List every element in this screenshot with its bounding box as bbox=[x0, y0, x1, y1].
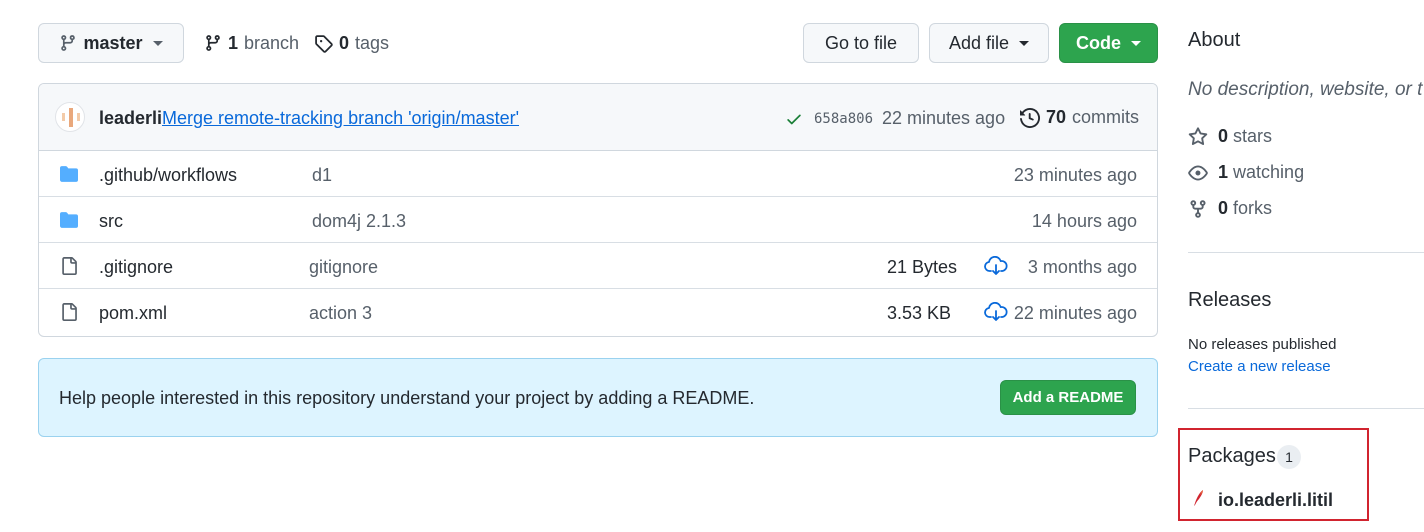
cloud-download-icon[interactable] bbox=[984, 302, 1008, 322]
file-age: 22 minutes ago bbox=[1013, 303, 1137, 323]
packages-count-badge: 1 bbox=[1277, 445, 1301, 469]
watching-link[interactable]: 1 watching bbox=[1188, 162, 1304, 183]
sidebar-divider bbox=[1188, 408, 1424, 409]
commit-sha[interactable]: 658a806 bbox=[814, 111, 873, 127]
commit-time: 22 minutes ago bbox=[882, 108, 1006, 128]
file-commit-message[interactable]: gitignore bbox=[309, 257, 378, 278]
file-commit-message[interactable]: dom4j 2.1.3 bbox=[312, 211, 406, 232]
commit-label: commits bbox=[1072, 107, 1140, 127]
releases-empty-text: No releases published bbox=[1188, 336, 1337, 353]
file-row[interactable]: .github/workflows d1 23 minutes ago bbox=[39, 151, 1157, 197]
file-commit-message[interactable]: d1 bbox=[312, 165, 332, 186]
code-button[interactable]: Code bbox=[1059, 23, 1158, 63]
repo-forked-icon bbox=[1190, 199, 1206, 218]
chevron-down-icon bbox=[1019, 40, 1030, 46]
branch-select-label: master bbox=[83, 32, 143, 53]
file-icon bbox=[62, 303, 77, 321]
branch-select-button[interactable]: master bbox=[38, 23, 184, 63]
file-age: 3 months ago bbox=[1027, 257, 1137, 277]
history-icon bbox=[1020, 107, 1040, 128]
avatar[interactable] bbox=[55, 102, 85, 132]
forks-count: 0 bbox=[1218, 198, 1229, 218]
file-browser: leaderli Merge remote-tracking branch 'o… bbox=[38, 83, 1158, 337]
stars-link[interactable]: 0 stars bbox=[1188, 126, 1272, 147]
create-release-link[interactable]: Create a new release bbox=[1188, 358, 1331, 375]
file-commit-message[interactable]: action 3 bbox=[309, 303, 372, 324]
about-heading: About bbox=[1188, 29, 1241, 51]
watching-count: 1 bbox=[1218, 162, 1229, 182]
folder-icon bbox=[60, 166, 78, 182]
file-age: 23 minutes ago bbox=[1013, 165, 1137, 185]
stars-count: 0 bbox=[1218, 126, 1229, 146]
tag-label: tags bbox=[355, 32, 390, 53]
commit-count: 70 bbox=[1046, 107, 1067, 127]
file-size: 3.53 KB bbox=[887, 303, 952, 323]
add-file-label: Add file bbox=[948, 32, 1010, 53]
tags-link[interactable]: 0 tags bbox=[314, 32, 389, 54]
file-name[interactable]: pom.xml bbox=[99, 303, 167, 324]
tag-icon bbox=[315, 34, 333, 53]
branch-label: branch bbox=[244, 32, 300, 53]
tag-count: 0 bbox=[339, 32, 350, 53]
file-name[interactable]: .gitignore bbox=[99, 257, 173, 278]
readme-prompt-text: Help people interested in this repositor… bbox=[59, 388, 755, 408]
folder-icon bbox=[60, 212, 78, 228]
commits-link[interactable]: 70 commits bbox=[1020, 107, 1139, 128]
cloud-download-icon[interactable] bbox=[984, 256, 1008, 276]
git-branch-icon bbox=[61, 35, 76, 51]
branches-link[interactable]: 1 branch bbox=[204, 32, 299, 54]
forks-link[interactable]: 0 forks bbox=[1188, 198, 1272, 219]
file-name[interactable]: .github/workflows bbox=[99, 165, 237, 186]
stars-label: stars bbox=[1233, 126, 1273, 146]
about-description: No description, website, or t bbox=[1188, 79, 1423, 100]
go-to-file-button[interactable]: Go to file bbox=[803, 23, 919, 63]
branch-count: 1 bbox=[228, 32, 239, 53]
add-readme-button[interactable]: Add a README bbox=[1000, 380, 1136, 415]
chevron-down-icon bbox=[152, 40, 163, 46]
add-readme-label: Add a README bbox=[1012, 389, 1124, 406]
commit-author[interactable]: leaderli bbox=[99, 108, 162, 129]
commit-message-link[interactable]: Merge remote-tracking branch 'origin/mas… bbox=[162, 108, 519, 129]
sidebar-divider bbox=[1188, 252, 1424, 253]
file-size: 21 Bytes bbox=[887, 257, 958, 277]
packages-heading[interactable]: Packages bbox=[1188, 445, 1276, 468]
watching-label: watching bbox=[1233, 162, 1305, 182]
chevron-down-icon bbox=[1131, 40, 1141, 46]
go-to-file-label: Go to file bbox=[824, 32, 898, 53]
star-icon bbox=[1188, 126, 1208, 145]
file-icon bbox=[62, 257, 77, 275]
file-row[interactable]: pom.xml action 3 3.53 KB 22 minutes ago bbox=[39, 289, 1157, 335]
readme-prompt: Help people interested in this repositor… bbox=[38, 358, 1158, 437]
file-age: 14 hours ago bbox=[1031, 211, 1137, 231]
latest-commit-bar: leaderli Merge remote-tracking branch 'o… bbox=[39, 84, 1157, 151]
check-icon bbox=[787, 114, 801, 125]
file-row[interactable]: .gitignore gitignore 21 Bytes 3 months a… bbox=[39, 243, 1157, 289]
add-file-button[interactable]: Add file bbox=[929, 23, 1049, 63]
code-label: Code bbox=[1076, 32, 1121, 53]
eye-icon bbox=[1188, 165, 1208, 180]
maven-feather-icon bbox=[1194, 490, 1203, 506]
forks-label: forks bbox=[1233, 198, 1273, 218]
git-branch-icon bbox=[206, 35, 220, 51]
file-row[interactable]: src dom4j 2.1.3 14 hours ago bbox=[39, 197, 1157, 243]
file-name[interactable]: src bbox=[99, 211, 123, 232]
package-name-link[interactable]: io.leaderli.litil bbox=[1218, 490, 1333, 511]
releases-heading[interactable]: Releases bbox=[1188, 289, 1271, 312]
